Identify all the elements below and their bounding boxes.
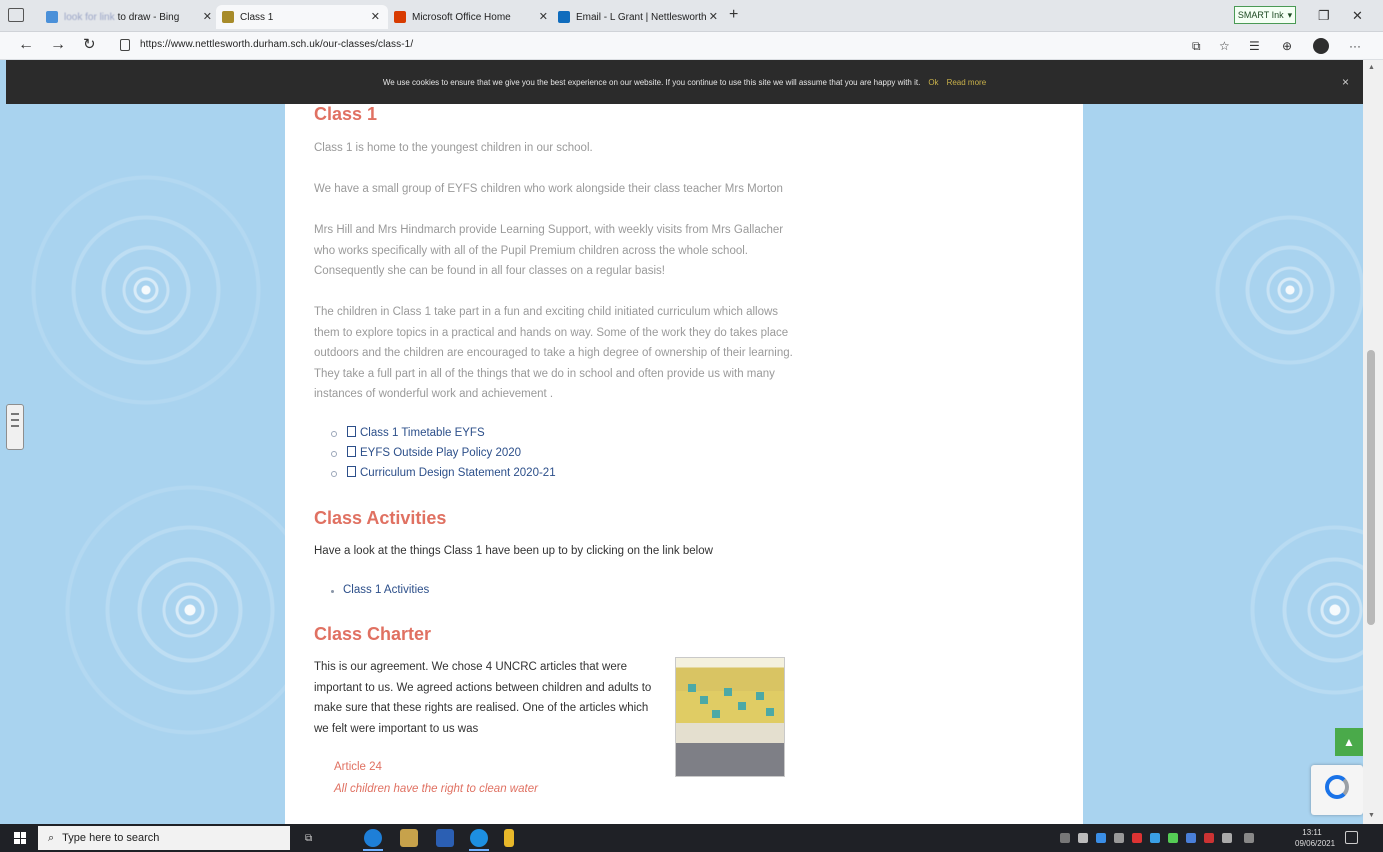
article-24-text: All children have the right to clean wat…	[334, 783, 538, 795]
article-24-title: Article 24	[334, 761, 382, 773]
network-icon[interactable]	[1222, 833, 1232, 843]
scroll-to-top-button[interactable]: ▲	[1335, 728, 1363, 756]
refresh-icon[interactable]: ↻	[83, 37, 96, 53]
outlook-favicon-icon	[558, 11, 570, 23]
close-icon[interactable]: ✕	[709, 10, 718, 23]
back-arrow-icon[interactable]: ←	[18, 37, 34, 53]
tab-label: Microsoft Office Home	[412, 11, 511, 23]
school-favicon-icon	[222, 11, 234, 23]
more-menu-icon[interactable]: ···	[1349, 39, 1361, 53]
class-1-documents-list: Class 1 Timetable EYFS EYFS Outside Play…	[331, 423, 556, 483]
windows-start-icon[interactable]	[14, 832, 26, 844]
profile-avatar[interactable]	[1313, 38, 1329, 54]
new-tab-button[interactable]: +	[729, 7, 738, 23]
tab-email[interactable]: Email - L Grant | Nettlesworth ✕	[552, 5, 722, 29]
taskbar-search-placeholder: Type here to search	[62, 832, 160, 844]
windows-taskbar: ⌕ Type here to search ⧉ 13:11 09/06/2021	[0, 824, 1383, 852]
scroll-up-icon[interactable]: ▲	[1368, 64, 1375, 71]
class-1-heading: Class 1	[314, 104, 378, 124]
class-charter-heading: Class Charter	[314, 624, 432, 644]
restore-window-icon[interactable]: ❐	[1318, 8, 1330, 24]
tab-actions-icon[interactable]	[8, 8, 24, 22]
tray-app-icon[interactable]	[1186, 833, 1196, 843]
side-panel-handle[interactable]	[6, 404, 24, 450]
tray-app-icon[interactable]	[1132, 833, 1142, 843]
smart-ink-label: SMART Ink	[1237, 10, 1284, 20]
class-1-support: Mrs Hill and Mrs Hindmarch provide Learn…	[314, 224, 784, 277]
browser-toolbar: ← → ↻ https://www.nettlesworth.durham.sc…	[0, 32, 1383, 60]
document-icon	[347, 426, 356, 437]
tab-office-home[interactable]: Microsoft Office Home ✕	[388, 5, 552, 29]
tab-class-1[interactable]: Class 1 ✕	[216, 5, 388, 29]
close-icon[interactable]: ✕	[203, 10, 212, 23]
tray-app-icon[interactable]	[1204, 833, 1214, 843]
document-link[interactable]: EYFS Outside Play Policy 2020	[331, 443, 556, 463]
cookie-read-more-link[interactable]: Read more	[947, 78, 987, 87]
office-favicon-icon	[394, 11, 406, 23]
tray-app-icon[interactable]	[1150, 833, 1160, 843]
browser-tab-bar: look for link to draw - Bing ✕ Class 1 ✕…	[0, 0, 1383, 32]
page-scrollbar[interactable]: ▲ ▼	[1363, 60, 1383, 824]
taskbar-clock[interactable]: 13:11 09/06/2021	[1295, 827, 1336, 849]
scroll-down-icon[interactable]: ▼	[1368, 812, 1375, 819]
recaptcha-badge[interactable]	[1311, 765, 1363, 815]
tray-app-icon[interactable]	[1114, 833, 1124, 843]
close-icon[interactable]: ✕	[539, 10, 548, 23]
file-explorer-icon[interactable]	[400, 829, 418, 847]
main-content: Class 1 Class 1 is home to the youngest …	[285, 60, 1083, 824]
smart-ink-button[interactable]: SMART Ink ▾	[1234, 6, 1296, 24]
edge-browser-icon[interactable]	[364, 829, 382, 847]
class-charter-photo[interactable]	[675, 657, 785, 777]
document-link[interactable]: Curriculum Design Statement 2020-21	[331, 463, 556, 483]
chevron-down-icon: ▾	[1287, 9, 1293, 20]
tab-label: Class 1	[240, 11, 274, 23]
search-icon: ⌕	[48, 831, 55, 844]
activities-list: Class 1 Activities	[331, 584, 429, 596]
pen-icon[interactable]	[1244, 833, 1254, 843]
tab-blurred-prefix: look for link	[64, 11, 115, 23]
taskbar-search-input[interactable]: ⌕ Type here to search	[38, 826, 290, 850]
tray-app-icon[interactable]	[1168, 833, 1178, 843]
cookie-close-icon[interactable]: ×	[1342, 75, 1349, 89]
class-1-group: We have a small group of EYFS children w…	[314, 183, 783, 195]
close-window-icon[interactable]: ✕	[1352, 8, 1363, 24]
tray-app-icon[interactable]	[1096, 833, 1106, 843]
task-view-icon[interactable]: ⧉	[305, 833, 312, 844]
class-charter-text: This is our agreement. We chose 4 UNCRC …	[314, 661, 652, 735]
class-activities-heading: Class Activities	[314, 508, 447, 528]
clock-time: 13:11	[1302, 828, 1322, 837]
document-icon	[347, 446, 356, 457]
class-1-activities-link[interactable]: Class 1 Activities	[331, 584, 429, 596]
address-bar-url[interactable]: https://www.nettlesworth.durham.sch.uk/o…	[140, 39, 413, 50]
cookie-ok-button[interactable]: Ok	[928, 78, 938, 87]
bing-favicon-icon	[46, 11, 58, 23]
sticky-notes-icon[interactable]	[504, 829, 514, 847]
tab-bing[interactable]: look for link to draw - Bing ✕	[40, 5, 216, 29]
read-aloud-icon[interactable]: ⧉	[1192, 39, 1201, 54]
collections-icon[interactable]: ⊕	[1282, 39, 1292, 53]
tray-app-icon[interactable]	[1078, 833, 1088, 843]
cookie-notice-bar: We use cookies to ensure that we give yo…	[6, 60, 1363, 104]
forward-arrow-icon[interactable]: →	[50, 37, 66, 53]
tray-app-icon[interactable]	[1060, 833, 1070, 843]
document-icon	[347, 466, 356, 477]
word-icon[interactable]	[436, 829, 454, 847]
close-icon[interactable]: ✕	[371, 10, 380, 23]
clock-date: 09/06/2021	[1295, 839, 1336, 848]
class-1-curriculum: The children in Class 1 take part in a f…	[314, 306, 793, 400]
favorites-star-icon[interactable]: ☆	[1219, 39, 1230, 53]
favorites-list-icon[interactable]: ☰	[1249, 39, 1260, 53]
recaptcha-icon	[1325, 775, 1349, 799]
web-page: We use cookies to ensure that we give yo…	[0, 60, 1363, 824]
class-activities-text: Have a look at the things Class 1 have b…	[314, 545, 713, 557]
scrollbar-thumb[interactable]	[1367, 350, 1375, 625]
cookie-notice-text: We use cookies to ensure that we give yo…	[382, 77, 921, 87]
lock-icon[interactable]	[120, 39, 130, 51]
tab-label: to draw - Bing	[117, 11, 180, 23]
tab-label: Email - L Grant | Nettlesworth	[576, 11, 707, 23]
notifications-icon[interactable]	[1345, 831, 1358, 844]
edge-app-icon[interactable]	[470, 829, 488, 847]
document-link[interactable]: Class 1 Timetable EYFS	[331, 423, 556, 443]
class-1-intro: Class 1 is home to the youngest children…	[314, 142, 593, 154]
